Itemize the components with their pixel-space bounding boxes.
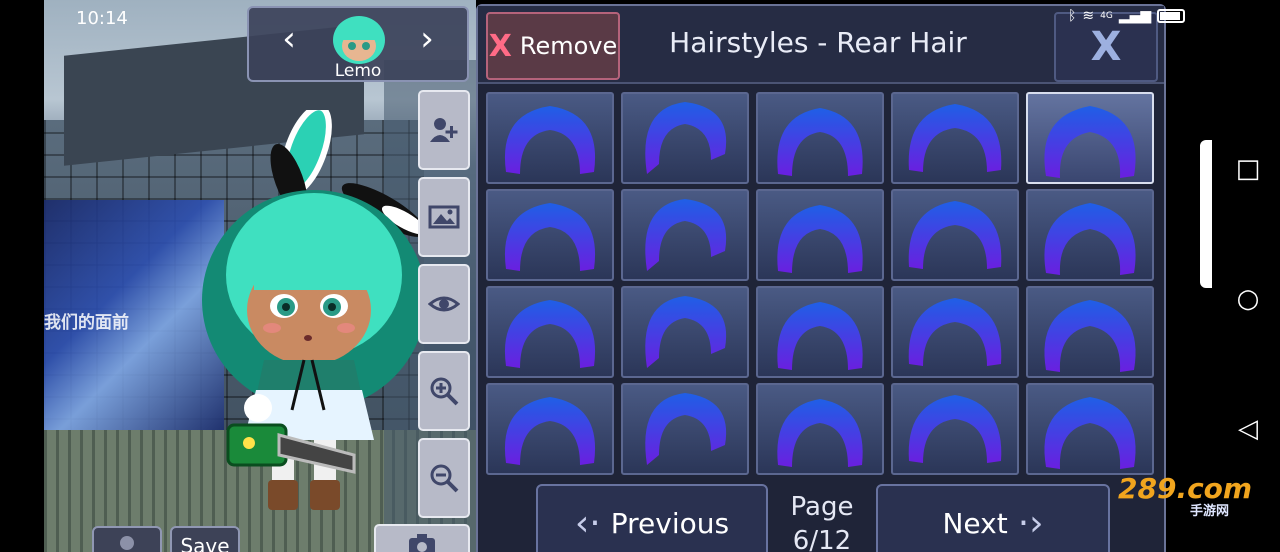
page-value: 6/12 [792, 526, 852, 552]
panel-header: X Remove Hairstyles - Rear Hair X [478, 6, 1164, 84]
hair-icon [908, 395, 1002, 463]
hairstyle-rear-hair-16[interactable] [486, 383, 614, 475]
hairstyle-rear-hair-10[interactable] [1026, 189, 1154, 281]
wifi-icon: ≋ [1082, 8, 1095, 24]
hairstyle-rear-hair-19[interactable] [891, 383, 1019, 475]
close-icon: X [1090, 24, 1122, 70]
hair-icon [1044, 397, 1136, 469]
hairstyle-rear-hair-18[interactable] [756, 383, 884, 475]
save-button[interactable]: Save [170, 526, 240, 552]
recent-apps-icon[interactable]: □ [1235, 154, 1261, 184]
toggle-visibility-button[interactable] [418, 264, 470, 344]
hairstyle-rear-hair-20[interactable] [1026, 383, 1154, 475]
battery-icon [1157, 9, 1186, 23]
hairstyle-rear-hair-8[interactable] [756, 189, 884, 281]
person-icon [120, 536, 134, 550]
character-selector: ‹ › Lemo [247, 6, 469, 82]
home-icon[interactable]: ○ [1235, 284, 1261, 314]
hair-icon [645, 102, 727, 174]
hair-icon [908, 201, 1002, 269]
hairstyle-rear-hair-1[interactable] [486, 92, 614, 184]
page-indicator: Page 6/12 [768, 490, 876, 552]
remove-x-icon: X [488, 28, 512, 64]
hair-icon [908, 104, 1002, 172]
back-icon[interactable]: ◁ [1235, 414, 1261, 444]
hairstyle-rear-hair-6[interactable] [486, 189, 614, 281]
next-page-button[interactable]: Next ·› [876, 484, 1110, 552]
hairstyle-panel: X Remove Hairstyles - Rear Hair X ‹· Pre… [476, 4, 1166, 552]
network-type: 4G [1100, 11, 1113, 21]
zoom-in-button[interactable] [418, 351, 470, 431]
add-character-button[interactable] [418, 90, 470, 170]
hair-icon [1044, 300, 1136, 372]
bluetooth-icon: ᛒ [1068, 8, 1077, 24]
hair-icon [504, 106, 596, 174]
edge-panel-handle[interactable] [1200, 140, 1212, 288]
hairstyle-rear-hair-4[interactable] [891, 92, 1019, 184]
hair-icon [504, 203, 596, 271]
watermark-sub: 手游网 [1190, 504, 1230, 519]
hair-icon [645, 393, 727, 465]
add-character-icon [430, 118, 458, 142]
previous-character-button[interactable]: ‹ [273, 22, 305, 58]
eye-icon [428, 296, 460, 312]
hair-icon [504, 397, 596, 465]
hair-icon [777, 302, 863, 370]
next-character-button[interactable]: › [411, 22, 443, 58]
watermark-logo: 289.com [1118, 472, 1253, 505]
save-label: Save [180, 534, 230, 552]
zoom-out-button[interactable] [418, 438, 470, 518]
hairstyle-rear-hair-3[interactable] [756, 92, 884, 184]
character-name: Lemo [334, 61, 382, 81]
zoom-in-icon [430, 377, 459, 406]
hair-icon [504, 300, 596, 368]
camera-button[interactable] [374, 524, 470, 552]
arrow-left-icon: ‹· [574, 502, 601, 544]
previous-label: Previous [610, 506, 730, 540]
hairstyle-rear-hair-7[interactable] [621, 189, 749, 281]
camera-icon [409, 534, 435, 552]
hairstyle-rear-hair-9[interactable] [891, 189, 1019, 281]
hair-icon [777, 205, 863, 273]
android-nav-bar [1210, 0, 1280, 552]
character-head-avatar[interactable] [329, 12, 389, 66]
game-screen: 我们的面前 ‹ › Lemo Save X Remove Hairstyles … [0, 0, 1280, 552]
remove-label: Remove [519, 32, 618, 60]
status-time: 10:14 [76, 8, 128, 29]
hair-icon [908, 298, 1002, 366]
background-button[interactable] [418, 177, 470, 257]
hair-icon [777, 108, 863, 176]
hairstyle-rear-hair-2[interactable] [621, 92, 749, 184]
hairstyle-grid [486, 92, 1158, 478]
hairstyle-rear-hair-5[interactable] [1026, 92, 1154, 184]
previous-page-button[interactable]: ‹· Previous [536, 484, 768, 552]
panel-title: Hairstyles - Rear Hair [669, 26, 967, 59]
hairstyle-rear-hair-12[interactable] [621, 286, 749, 378]
hair-icon [645, 296, 727, 368]
remove-button[interactable]: X Remove [486, 12, 620, 80]
signal-icon: ▂▄▆ [1118, 8, 1152, 24]
hair-icon [1044, 203, 1136, 275]
hairstyle-rear-hair-17[interactable] [621, 383, 749, 475]
page-label: Page [790, 492, 854, 522]
hair-icon [1044, 106, 1136, 178]
arrow-right-icon: ·› [1017, 502, 1044, 544]
hairstyle-rear-hair-14[interactable] [891, 286, 1019, 378]
hairstyle-rear-hair-11[interactable] [486, 286, 614, 378]
next-label: Next [942, 506, 1008, 540]
scene-background: 我们的面前 [44, 0, 476, 552]
status-icons: ᛒ ≋ 4G ▂▄▆ [1068, 8, 1186, 24]
hairstyle-rear-hair-13[interactable] [756, 286, 884, 378]
background-image-icon [428, 205, 460, 229]
billboard-text: 我们的面前 [44, 313, 129, 333]
hair-icon [645, 199, 727, 271]
hair-icon [777, 399, 863, 467]
zoom-out-icon [430, 464, 459, 493]
hairstyle-rear-hair-15[interactable] [1026, 286, 1154, 378]
profile-button[interactable] [92, 526, 162, 552]
